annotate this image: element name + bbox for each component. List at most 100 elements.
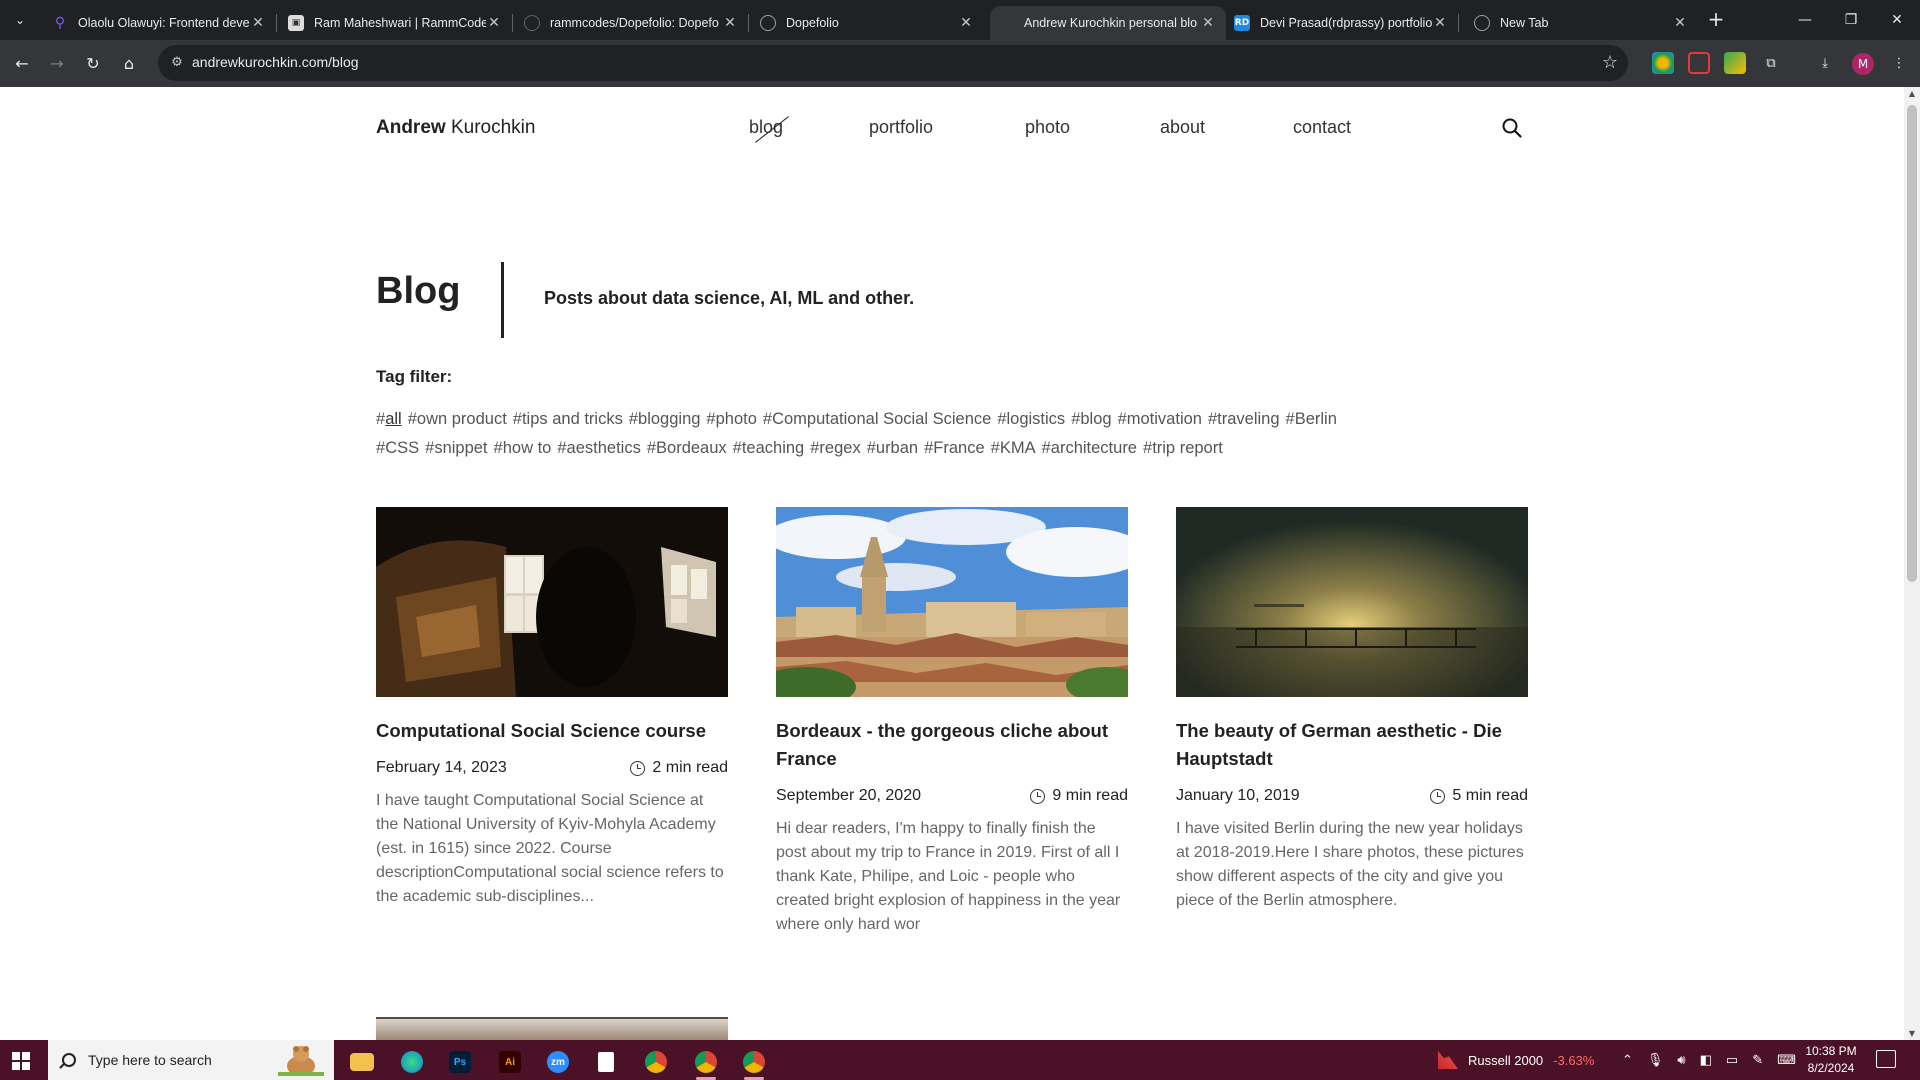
volume-icon[interactable]: 🔊︎: [1677, 1052, 1685, 1068]
nav-portfolio[interactable]: portfolio: [869, 117, 933, 138]
site-logo[interactable]: Andrew Kurochkin: [376, 117, 535, 139]
tag-css[interactable]: #CSS: [376, 439, 419, 457]
show-hidden-icons-chevron-icon[interactable]: ⌃: [1622, 1052, 1633, 1068]
nav-photo[interactable]: photo: [1025, 117, 1070, 138]
tag-kma[interactable]: #KMA: [991, 439, 1036, 457]
nav-blog[interactable]: blog: [749, 117, 783, 138]
tab-5[interactable]: RD Devi Prasad(rdprassy) portfolio ✕: [1222, 6, 1458, 40]
home-icon[interactable]: ⌂: [114, 48, 144, 78]
extension-green-icon[interactable]: [1724, 52, 1746, 74]
minimize-icon[interactable]: —: [1782, 0, 1828, 40]
scrollbar-thumb[interactable]: [1907, 105, 1917, 582]
tag-blogging[interactable]: #blogging: [629, 410, 701, 428]
tag-architecture[interactable]: #architecture: [1042, 439, 1137, 457]
close-tab-icon[interactable]: ✕: [722, 15, 738, 31]
chrome-icon[interactable]: [636, 1044, 676, 1080]
tag-all[interactable]: #all: [376, 410, 402, 428]
tab-4-active[interactable]: Andrew Kurochkin personal blo ✕: [990, 6, 1226, 40]
tab-2[interactable]: rammcodes/Dopefolio: Dopefo ✕: [512, 6, 748, 40]
pen-icon[interactable]: ✎: [1752, 1052, 1763, 1068]
post-thumbnail-partial[interactable]: [376, 1017, 728, 1040]
illustrator-icon[interactable]: Ai: [490, 1044, 530, 1080]
tag-bordeaux[interactable]: #Bordeaux: [647, 439, 727, 457]
network-icon[interactable]: ▭: [1726, 1052, 1738, 1068]
tab-search-chevron-icon[interactable]: ⌄: [8, 8, 32, 32]
url-text[interactable]: andrewkurochkin.com/blog: [192, 54, 359, 70]
scroll-up-arrow-icon[interactable]: ▲: [1904, 89, 1920, 98]
new-tab-button[interactable]: +: [1702, 8, 1730, 32]
address-bar[interactable]: ⚙ andrewkurochkin.com/blog ☆: [158, 45, 1628, 81]
tag-traveling[interactable]: #traveling: [1208, 410, 1280, 428]
site-info-icon[interactable]: ⚙: [168, 54, 186, 72]
back-icon[interactable]: ←: [7, 48, 37, 78]
file-icon[interactable]: [586, 1044, 626, 1080]
post-card[interactable]: Computational Social Science course Febr…: [376, 507, 728, 909]
close-window-icon[interactable]: ✕: [1874, 0, 1920, 40]
bookmark-star-icon[interactable]: ☆: [1602, 52, 1618, 73]
post-excerpt: I have visited Berlin during the new yea…: [1176, 820, 1524, 909]
zoom-icon[interactable]: zm: [538, 1044, 578, 1080]
post-thumbnail-berlin[interactable]: [1176, 507, 1528, 697]
tag-regex[interactable]: #regex: [810, 439, 860, 457]
download-icon[interactable]: ⤓: [1814, 52, 1836, 74]
post-title[interactable]: The beauty of German aesthetic - Die Hau…: [1176, 717, 1528, 773]
tag-france[interactable]: #France: [924, 439, 985, 457]
close-tab-icon[interactable]: ✕: [486, 15, 502, 31]
tab-title: New Tab: [1500, 16, 1549, 30]
photoshop-icon[interactable]: Ps: [440, 1044, 480, 1080]
post-thumbnail-classroom[interactable]: [376, 507, 728, 697]
close-tab-icon[interactable]: ✕: [250, 15, 266, 31]
tag-aesthetics[interactable]: #aesthetics: [557, 439, 640, 457]
reload-icon[interactable]: ↻: [78, 48, 108, 78]
page-scrollbar[interactable]: ▲ ▼: [1904, 87, 1920, 1040]
tab-1[interactable]: ▣ Ram Maheshwari | RammCodes ✕: [276, 6, 512, 40]
post-card[interactable]: Bordeaux - the gorgeous cliche about Fra…: [776, 507, 1128, 937]
close-tab-icon[interactable]: ✕: [1432, 15, 1448, 31]
menu-kebab-icon[interactable]: ⋮: [1888, 52, 1910, 74]
tag-computational-social-science[interactable]: #Computational Social Science: [763, 410, 991, 428]
tag-teaching[interactable]: #teaching: [733, 439, 805, 457]
windows-start-icon[interactable]: [12, 1052, 30, 1070]
tag-urban[interactable]: #urban: [867, 439, 918, 457]
close-tab-icon[interactable]: ✕: [1672, 15, 1688, 31]
tag-own-product[interactable]: #own product: [408, 410, 507, 428]
taskbar-search-box[interactable]: Type here to search: [48, 1040, 334, 1080]
post-card[interactable]: The beauty of German aesthetic - Die Hau…: [1176, 507, 1528, 913]
close-tab-icon[interactable]: ✕: [1200, 15, 1216, 31]
tag-berlin[interactable]: #Berlin: [1286, 410, 1337, 428]
post-title[interactable]: Computational Social Science course: [376, 717, 728, 745]
tab-3[interactable]: Dopefolio ✕: [748, 6, 984, 40]
tag-snippet[interactable]: #snippet: [425, 439, 487, 457]
tag-blog[interactable]: #blog: [1071, 410, 1111, 428]
forward-icon[interactable]: →: [42, 48, 72, 78]
notification-center-icon[interactable]: [1876, 1050, 1896, 1068]
extensions-puzzle-icon[interactable]: ⧉: [1760, 52, 1782, 74]
scroll-down-arrow-icon[interactable]: ▼: [1904, 1029, 1920, 1038]
search-icon[interactable]: [1501, 117, 1523, 139]
stock-ticker-widget[interactable]: Russell 2000 -3.63%: [1438, 1040, 1594, 1080]
edge-icon[interactable]: [392, 1044, 432, 1080]
tag-logistics[interactable]: #logistics: [997, 410, 1065, 428]
nav-about[interactable]: about: [1160, 117, 1205, 138]
tab-6[interactable]: New Tab ✕: [1462, 6, 1698, 40]
post-thumbnail-bordeaux[interactable]: [776, 507, 1128, 697]
extension-red-icon[interactable]: [1688, 52, 1710, 74]
post-title[interactable]: Bordeaux - the gorgeous cliche about Fra…: [776, 717, 1128, 773]
profile-avatar[interactable]: M: [1852, 53, 1874, 75]
microphone-icon[interactable]: 🎙︎: [1647, 1052, 1664, 1068]
tag-photo[interactable]: #photo: [706, 410, 756, 428]
restore-icon[interactable]: ❐: [1828, 0, 1874, 40]
close-tab-icon[interactable]: ✕: [958, 15, 974, 31]
extension-colorful-icon[interactable]: [1652, 52, 1674, 74]
chrome-alt-icon[interactable]: [734, 1044, 774, 1080]
tag-motivation[interactable]: #motivation: [1118, 410, 1202, 428]
taskbar-clock[interactable]: 10:38 PM 8/2/2024: [1790, 1043, 1872, 1077]
chrome-profile-icon[interactable]: [686, 1044, 726, 1080]
tag-how-to[interactable]: #how to: [494, 439, 552, 457]
nav-contact[interactable]: contact: [1293, 117, 1351, 138]
file-explorer-icon[interactable]: [342, 1044, 382, 1080]
tab-0[interactable]: ⚲ Olaolu Olawuyi: Frontend deve ✕: [40, 6, 276, 40]
tag-tips-and-tricks[interactable]: #tips and tricks: [513, 410, 623, 428]
camera-icon[interactable]: ◧: [1700, 1052, 1712, 1068]
tag-trip-report[interactable]: #trip report: [1143, 439, 1223, 457]
